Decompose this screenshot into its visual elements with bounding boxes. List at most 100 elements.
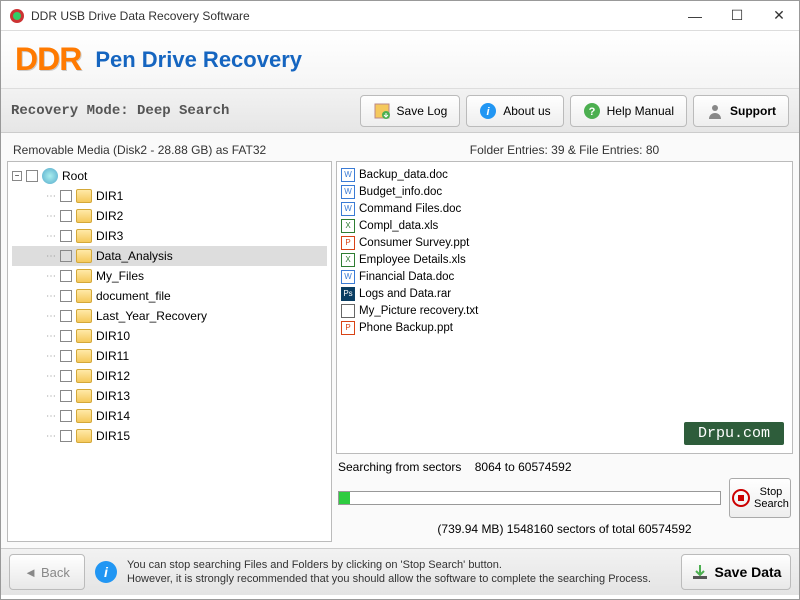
- file-type-icon: [341, 304, 355, 318]
- tree-connector: ⋯: [46, 371, 56, 382]
- folder-label: Last_Year_Recovery: [96, 309, 207, 323]
- tree-item[interactable]: ⋯My_Files: [12, 266, 327, 286]
- tree-connector: ⋯: [46, 251, 56, 262]
- folder-label: DIR13: [96, 389, 130, 403]
- file-name: Compl_data.xls: [359, 220, 438, 232]
- file-list[interactable]: W Backup_data.doc W Budget_info.doc W Command…: [336, 161, 793, 454]
- tree-connector: ⋯: [46, 211, 56, 222]
- item-checkbox[interactable]: [60, 290, 72, 302]
- help-button[interactable]: ? Help Manual: [570, 95, 687, 127]
- drive-icon: [42, 168, 58, 184]
- file-type-icon: X: [341, 219, 355, 233]
- file-item[interactable]: WFinancial Data.doc: [341, 268, 788, 285]
- toolbar: Recovery Mode: Deep Search Save Log i Ab…: [1, 89, 799, 133]
- file-name: My_Picture recovery.txt: [359, 305, 478, 317]
- save-data-icon: [691, 563, 709, 581]
- tree-item[interactable]: ⋯Last_Year_Recovery: [12, 306, 327, 326]
- file-type-icon: W: [341, 185, 355, 199]
- tree-item[interactable]: ⋯Data_Analysis: [12, 246, 327, 266]
- folder-icon: [76, 349, 92, 363]
- item-checkbox[interactable]: [60, 370, 72, 382]
- save-log-button[interactable]: Save Log: [360, 95, 461, 127]
- item-checkbox[interactable]: [60, 190, 72, 202]
- item-checkbox[interactable]: [60, 330, 72, 342]
- tree-root[interactable]: − Root: [12, 166, 327, 186]
- window-title: DDR USB Drive Data Recovery Software: [31, 9, 683, 23]
- save-data-label: Save Data: [715, 564, 782, 580]
- file-type-icon: W: [341, 202, 355, 216]
- file-item[interactable]: PConsumer Survey.ppt: [341, 234, 788, 251]
- folder-label: DIR3: [96, 229, 123, 243]
- save-data-button[interactable]: Save Data: [681, 554, 791, 590]
- tree-connector: ⋯: [46, 191, 56, 202]
- close-button[interactable]: ✕: [767, 4, 791, 28]
- support-icon: [706, 102, 724, 120]
- about-icon: i: [479, 102, 497, 120]
- file-name: Command Files.doc: [359, 203, 461, 215]
- file-name: Backup_data.doc: [359, 169, 448, 181]
- stop-search-button[interactable]: Stop Search: [729, 478, 791, 518]
- progress-fill: [339, 492, 350, 504]
- tree-item[interactable]: ⋯DIR14: [12, 406, 327, 426]
- file-type-icon: W: [341, 270, 355, 284]
- file-item[interactable]: X Compl_data.xls: [341, 217, 788, 234]
- support-button[interactable]: Support: [693, 95, 789, 127]
- item-checkbox[interactable]: [60, 270, 72, 282]
- tree-item[interactable]: ⋯DIR2: [12, 206, 327, 226]
- folder-label: document_file: [96, 289, 171, 303]
- folder-label: DIR12: [96, 369, 130, 383]
- file-type-icon: P: [341, 321, 355, 335]
- tree-item[interactable]: ⋯DIR15: [12, 426, 327, 446]
- minimize-button[interactable]: —: [683, 4, 707, 28]
- folder-icon: [76, 309, 92, 323]
- folder-icon: [76, 189, 92, 203]
- collapse-icon[interactable]: −: [12, 171, 22, 181]
- item-checkbox[interactable]: [60, 430, 72, 442]
- item-checkbox[interactable]: [60, 310, 72, 322]
- tree-item[interactable]: ⋯DIR10: [12, 326, 327, 346]
- file-item[interactable]: PsLogs and Data.rar: [341, 285, 788, 302]
- file-item[interactable]: W Command Files.doc: [341, 200, 788, 217]
- item-checkbox[interactable]: [60, 210, 72, 222]
- tree-item[interactable]: ⋯DIR11: [12, 346, 327, 366]
- folder-label: DIR1: [96, 189, 123, 203]
- file-item[interactable]: XEmployee Details.xls: [341, 251, 788, 268]
- file-name: Budget_info.doc: [359, 186, 442, 198]
- tree-item[interactable]: ⋯document_file: [12, 286, 327, 306]
- tree-item[interactable]: ⋯ DIR1: [12, 186, 327, 206]
- folder-tree[interactable]: − Root ⋯DIR1⋯DIR2⋯DIR3⋯Data_Analysis⋯My_…: [7, 161, 332, 542]
- tree-item[interactable]: ⋯ DIR12: [12, 366, 327, 386]
- file-item[interactable]: W Backup_data.doc: [341, 166, 788, 183]
- maximize-button[interactable]: ☐: [725, 4, 749, 28]
- about-button[interactable]: i About us: [466, 95, 563, 127]
- recovery-mode-label: Recovery Mode: Deep Search: [11, 103, 354, 119]
- root-checkbox[interactable]: [26, 170, 38, 182]
- folder-icon: [76, 229, 92, 243]
- folder-icon: [76, 269, 92, 283]
- tree-item[interactable]: ⋯ DIR3: [12, 226, 327, 246]
- folder-label: DIR14: [96, 409, 130, 423]
- file-item[interactable]: PPhone Backup.ppt: [341, 319, 788, 336]
- back-button[interactable]: ◄ Back: [9, 554, 85, 590]
- item-checkbox[interactable]: [60, 390, 72, 402]
- svg-text:?: ?: [588, 106, 595, 118]
- tree-item[interactable]: ⋯DIR13: [12, 386, 327, 406]
- file-item[interactable]: My_Picture recovery.txt: [341, 302, 788, 319]
- item-checkbox[interactable]: [60, 350, 72, 362]
- info-icon: i: [95, 561, 117, 583]
- file-type-icon: W: [341, 168, 355, 182]
- content: Removable Media (Disk2 - 28.88 GB) as FA…: [1, 133, 799, 548]
- save-log-label: Save Log: [397, 104, 448, 118]
- right-pane: Folder Entries: 39 & File Entries: 80 WB…: [336, 139, 793, 542]
- footer: ◄ Back i You can stop searching Files an…: [1, 548, 799, 595]
- media-label: Removable Media (Disk2 - 28.88 GB) as FA…: [7, 139, 332, 161]
- item-checkbox[interactable]: [60, 250, 72, 262]
- logo: DDR: [15, 41, 81, 78]
- tree-connector: ⋯: [46, 231, 56, 242]
- progress-section: Searching from sectors 8064 to 60574592 …: [336, 454, 793, 542]
- item-checkbox[interactable]: [60, 230, 72, 242]
- file-item[interactable]: W Budget_info.doc: [341, 183, 788, 200]
- item-checkbox[interactable]: [60, 410, 72, 422]
- file-type-icon: X: [341, 253, 355, 267]
- watermark: Drpu.com: [684, 422, 784, 445]
